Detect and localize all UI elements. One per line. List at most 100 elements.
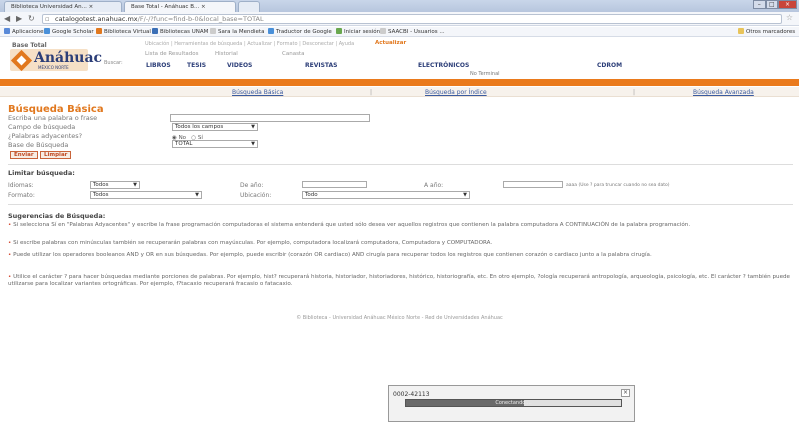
bookmark-label: Otros marcadores — [746, 29, 796, 35]
bullet-icon: • — [8, 222, 12, 228]
search-base-label: Base de Búsqueda — [8, 141, 69, 149]
bookmark-google-scholar[interactable]: Google Scholar — [44, 28, 94, 35]
logo-subtitle: MÉXICO NORTE — [38, 65, 69, 70]
suggestion-text: Si escribe palabras con minúsculas tambi… — [13, 240, 493, 246]
tab-busqueda-indice[interactable]: Búsqueda por Índice — [425, 89, 487, 96]
bookmark-biblioteca-virtual[interactable]: Biblioteca Virtual ... — [96, 28, 158, 35]
format-select[interactable]: Todos ▼ — [90, 191, 202, 199]
logo-text: Anáhuac — [34, 50, 103, 66]
bookmark-aplicaciones[interactable]: Aplicaciones — [4, 28, 46, 35]
url-path: /F/-/?func=find-b-0&local_base=TOTAL — [137, 15, 264, 23]
bullet-icon: • — [8, 252, 12, 258]
year-to-input[interactable] — [503, 181, 563, 188]
apps-icon — [4, 28, 10, 34]
bookmark-bibliotecas-unam[interactable]: Bibliotecas UNAM — [152, 28, 208, 35]
chevron-down-icon: ▼ — [463, 192, 467, 198]
tab-busqueda-avanzada[interactable]: Búsqueda Avanzada — [693, 89, 754, 96]
search-field-select[interactable]: Todos los campos ▼ — [172, 123, 258, 131]
base-total-label: Base Total — [12, 42, 47, 49]
bookmark-label: SAACBI - Usuarios ... — [388, 29, 445, 35]
select-value: Todo — [305, 192, 318, 198]
bookmark-traductor[interactable]: Traductor de Google — [268, 28, 332, 35]
tab-label: Base Total - Anáhuac B... × — [131, 4, 206, 10]
close-icon[interactable]: × — [621, 389, 630, 397]
tab-busqueda-basica[interactable]: Búsqueda Básica — [232, 89, 283, 96]
search-term-label: Escriba una palabra o frase — [8, 114, 98, 122]
bookmark-star-icon[interactable]: ☆ — [786, 13, 793, 22]
address-bar[interactable]: ▫ catalogotest.anahuac.mx/F/-/?func=find… — [42, 14, 782, 24]
tab-biblioteca[interactable]: Biblioteca Universidad An... × — [4, 1, 122, 12]
back-icon[interactable]: ◀ — [4, 14, 10, 23]
login-icon — [336, 28, 342, 34]
page-icon: ▫ — [45, 15, 50, 23]
bookmark-label: Aplicaciones — [12, 29, 47, 35]
category-videos[interactable]: VIDEOS — [227, 62, 252, 69]
adjacent-words-label: ¿Palabras adyacentes? — [8, 132, 83, 140]
close-window-button[interactable]: × — [778, 0, 798, 9]
progress-text: Conectando ... — [495, 400, 532, 406]
chevron-down-icon: ▼ — [133, 182, 137, 188]
chevron-down-icon: ▼ — [251, 124, 255, 130]
scholar-icon — [44, 28, 50, 34]
bookmark-saacbi[interactable]: SAACBI - Usuarios ... — [380, 28, 445, 35]
select-value: TOTAL — [175, 141, 193, 147]
select-value: Todos — [93, 192, 109, 198]
forward-icon[interactable]: ▶ — [16, 14, 22, 23]
bookmark-otros[interactable]: Otros marcadores — [738, 28, 795, 35]
anahuac-logo[interactable]: Anáhuac MÉXICO NORTE — [10, 49, 102, 72]
tab-label: Biblioteca Universidad An... × — [11, 4, 94, 10]
tab-base-total[interactable]: Base Total - Anáhuac B... × — [124, 1, 236, 12]
folder-icon — [738, 28, 744, 34]
submit-button[interactable]: Enviar — [10, 151, 38, 159]
bookmark-label: Biblioteca Virtual ... — [104, 29, 158, 35]
top-links[interactable]: Ubicación | Herramientas de búsqueda | A… — [145, 41, 354, 47]
year-to-label: A año: — [424, 182, 444, 189]
library-icon — [96, 28, 102, 34]
suggestion-item: • Si selecciona Sí en "Palabras Adyacent… — [8, 222, 790, 229]
bullet-icon: • — [8, 240, 12, 246]
search-base-select[interactable]: TOTAL ▼ — [172, 140, 258, 148]
browser-titlebar: Biblioteca Universidad An... × Base Tota… — [0, 0, 799, 12]
category-electronicos[interactable]: ELECTRÓNICOS — [418, 62, 469, 69]
suggestions-title: Sugerencias de Búsqueda: — [8, 212, 106, 220]
category-revistas[interactable]: REVISTAS — [305, 62, 338, 69]
limits-title: Limitar búsqueda: — [8, 169, 75, 177]
maximize-button[interactable]: □ — [765, 0, 779, 9]
link-actualizar[interactable]: Actualizar — [375, 40, 406, 46]
link-canasta[interactable]: Canasta — [282, 51, 304, 57]
search-term-input[interactable] — [170, 114, 370, 122]
category-cdrom[interactable]: CDROM — [597, 62, 622, 69]
tab-separator: | — [633, 89, 636, 96]
category-libros[interactable]: LIBROS — [146, 62, 171, 69]
link-lista-resultados[interactable]: Lista de Resultados — [145, 51, 198, 57]
new-tab-button[interactable] — [238, 1, 260, 12]
chevron-down-icon: ▼ — [195, 192, 199, 198]
site-header: Base Total Anáhuac MÉXICO NORTE Buscar: … — [0, 38, 799, 78]
page-icon — [210, 28, 216, 34]
category-tesis[interactable]: TESIS — [187, 62, 206, 69]
clear-button[interactable]: Limpiar — [40, 151, 72, 159]
search-tabs: Búsqueda Básica | Búsqueda por Índice | … — [0, 87, 799, 97]
suggestion-item: • Si escribe palabras con minúsculas tam… — [8, 240, 790, 247]
reload-icon[interactable]: ↻ — [28, 14, 35, 23]
language-label: Idiomas: — [8, 182, 34, 189]
bookmark-label: Iniciar sesión — [344, 29, 381, 35]
divider — [8, 204, 793, 205]
bookmark-label: Bibliotecas UNAM — [160, 29, 209, 35]
anahuac-logo-icon — [10, 49, 33, 72]
bookmark-sara[interactable]: Sara la Mendieta — [210, 28, 264, 35]
suggestion-item: • Puede utilizar los operadores booleano… — [8, 252, 790, 259]
location-select[interactable]: Todo ▼ — [302, 191, 470, 199]
chevron-down-icon: ▼ — [251, 141, 255, 147]
tab-separator: | — [370, 89, 373, 96]
bookmark-iniciar-sesion[interactable]: Iniciar sesión — [336, 28, 380, 35]
browser-toolbar: ◀ ▶ ↻ ▫ catalogotest.anahuac.mx/F/-/?fun… — [0, 12, 799, 26]
year-hint: aaaa (Use ? para truncar cuando no sea d… — [566, 183, 670, 188]
window-controls: – □ × — [753, 0, 798, 9]
language-select[interactable]: Todos ▼ — [90, 181, 140, 189]
link-historial[interactable]: Historial — [215, 51, 238, 57]
progress-bar: Conectando ... — [405, 399, 622, 407]
bookmark-label: Sara la Mendieta — [218, 29, 265, 35]
minimize-button[interactable]: – — [753, 0, 766, 9]
year-from-input[interactable] — [302, 181, 367, 188]
